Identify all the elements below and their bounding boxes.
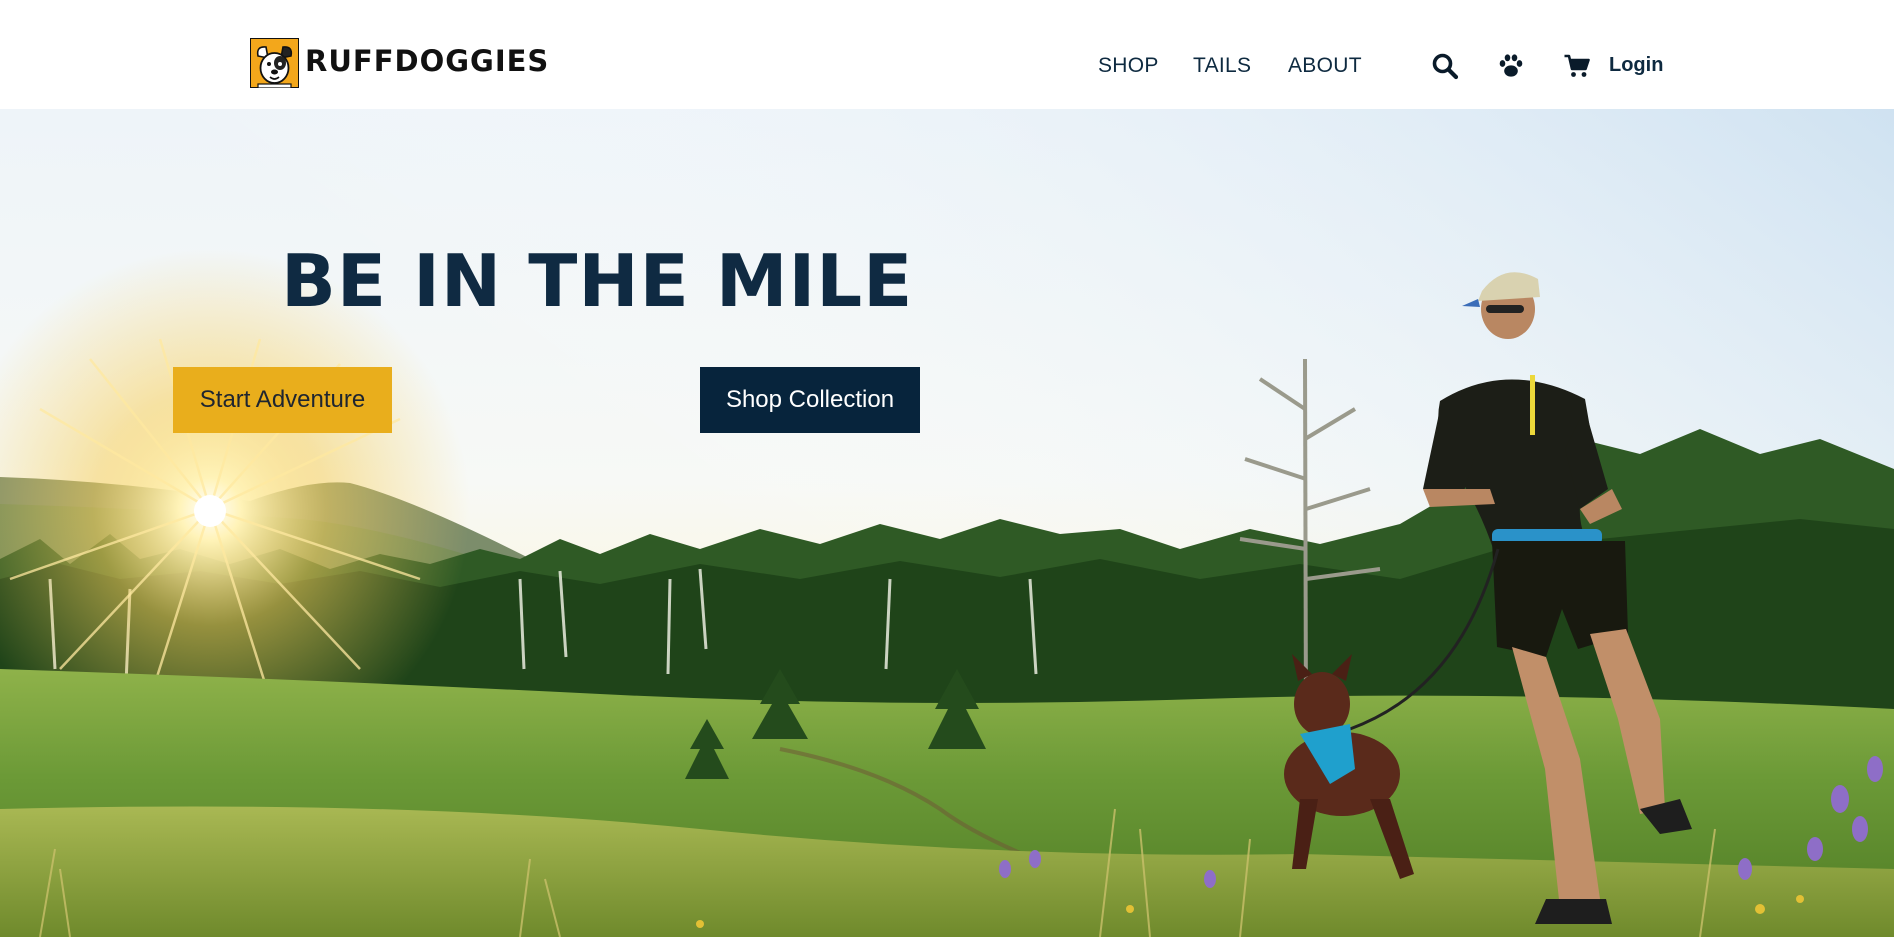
hero-banner: BE IN THE MILE Start Adventure Shop Coll…	[0, 109, 1894, 937]
brand-name: RUFFDOGGIES	[305, 44, 550, 78]
shop-collection-button[interactable]: Shop Collection	[700, 367, 920, 433]
login-link[interactable]: Login	[1609, 54, 1663, 77]
nav-shop[interactable]: SHOP	[1098, 54, 1159, 78]
dog-face-icon	[250, 38, 299, 88]
nav-about[interactable]: ABOUT	[1288, 54, 1362, 78]
site-header: RUFFDOGGIES SHOP TAILS ABOUT Login	[0, 0, 1894, 109]
nav-tails[interactable]: TAILS	[1193, 54, 1251, 78]
start-adventure-button[interactable]: Start Adventure	[173, 367, 392, 433]
paw-icon[interactable]	[1497, 52, 1525, 80]
hero-title: BE IN THE MILE	[281, 239, 914, 323]
brand-logo[interactable]: RUFFDOGGIES	[250, 38, 550, 88]
cart-icon[interactable]	[1563, 52, 1591, 80]
hero-image	[0, 109, 1894, 937]
search-icon[interactable]	[1431, 52, 1459, 80]
